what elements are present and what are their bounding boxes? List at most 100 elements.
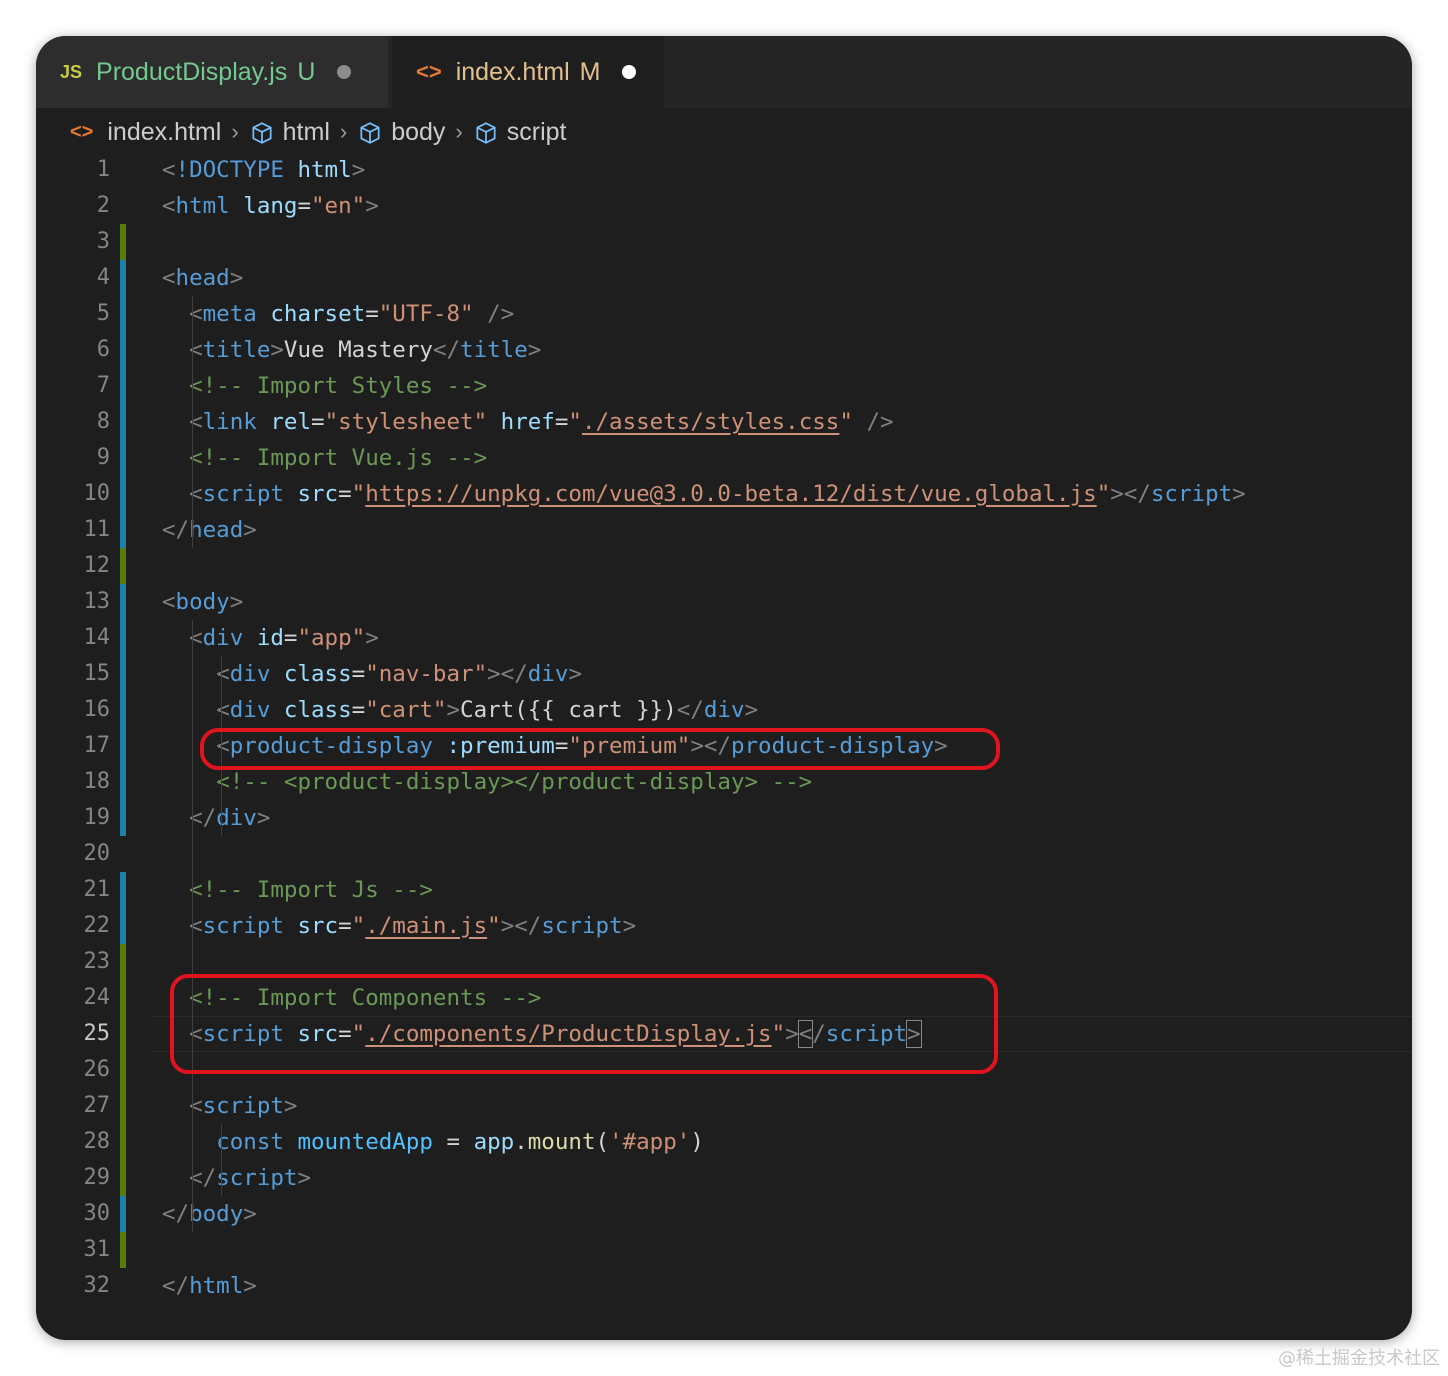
code-line[interactable]: 22 <script src="./main.js"></script> — [36, 908, 1412, 944]
code-line[interactable]: 27 <script> — [36, 1088, 1412, 1124]
cube-icon — [252, 122, 272, 144]
git-change-marker[interactable] — [120, 440, 126, 476]
code-line[interactable]: 8 <link rel="stylesheet" href="./assets/… — [36, 404, 1412, 440]
line-number: 30 — [83, 1201, 111, 1226]
code-text: </script> — [189, 1165, 312, 1191]
git-change-marker[interactable] — [120, 224, 126, 260]
breadcrumb-item-body[interactable]: body — [357, 118, 445, 147]
tab-index-html[interactable]: <> index.html M — [392, 36, 664, 108]
git-change-marker[interactable] — [120, 512, 126, 548]
git-change-marker[interactable] — [120, 368, 126, 404]
tab-productdisplay-js[interactable]: JS ProductDisplay.js U — [36, 36, 388, 108]
git-change-marker[interactable] — [120, 1160, 126, 1196]
code-line[interactable]: 1 <!DOCTYPE html> — [36, 152, 1412, 188]
html-file-icon: <> — [70, 120, 94, 143]
line-number: 4 — [96, 265, 110, 290]
indent-guide — [192, 296, 193, 548]
code-text: <div class="cart">Cart({{ cart }})</div> — [216, 697, 759, 723]
unsaved-dot-icon[interactable] — [622, 65, 637, 79]
tab-label: ProductDisplay.js — [96, 57, 288, 86]
code-line[interactable]: 11 </head> — [36, 512, 1412, 548]
code-line[interactable]: 4 <head> — [36, 260, 1412, 296]
line-number: 15 — [83, 661, 111, 686]
code-line[interactable]: 29 </script> — [36, 1160, 1412, 1196]
code-text: <div class="nav-bar"></div> — [216, 661, 582, 687]
code-line[interactable]: 30 </body> — [36, 1196, 1412, 1232]
code-line[interactable]: 20 — [36, 836, 1412, 872]
breadcrumb: <> index.html › html › body › script — [70, 112, 566, 152]
line-number: 29 — [83, 1165, 111, 1190]
breadcrumb-file[interactable]: index.html — [107, 118, 221, 147]
code-text: <body> — [162, 589, 244, 615]
code-text: <link rel="stylesheet" href="./assets/st… — [189, 409, 894, 435]
line-number: 3 — [96, 229, 110, 254]
js-file-icon: JS — [60, 61, 83, 82]
code-line[interactable]: 3 — [36, 224, 1412, 260]
breadcrumb-item-script[interactable]: script — [473, 118, 566, 147]
git-change-marker[interactable] — [120, 728, 126, 764]
git-change-marker[interactable] — [120, 980, 126, 1016]
line-number: 2 — [96, 193, 110, 218]
line-number: 19 — [83, 805, 111, 830]
git-change-marker[interactable] — [120, 404, 126, 440]
git-change-marker[interactable] — [120, 260, 126, 296]
git-change-marker[interactable] — [120, 1088, 126, 1124]
code-line[interactable]: 16 <div class="cart">Cart({{ cart }})</d… — [36, 692, 1412, 728]
git-change-marker[interactable] — [120, 1196, 126, 1232]
code-line[interactable]: 7 <!-- Import Styles --> — [36, 368, 1412, 404]
breadcrumb-item-html[interactable]: html — [249, 118, 330, 147]
git-change-marker[interactable] — [120, 656, 126, 692]
code-text: </html> — [162, 1273, 257, 1299]
git-change-marker[interactable] — [120, 908, 126, 944]
git-change-marker[interactable] — [120, 332, 126, 368]
line-number: 23 — [83, 949, 111, 974]
cube-icon — [476, 122, 496, 144]
git-change-marker[interactable] — [120, 620, 126, 656]
code-line[interactable]: 15 <div class="nav-bar"></div> — [36, 656, 1412, 692]
code-line[interactable]: 9 <!-- Import Vue.js --> — [36, 440, 1412, 476]
cube-icon — [360, 122, 380, 144]
code-text: <!DOCTYPE html> — [162, 157, 366, 183]
git-change-marker[interactable] — [120, 1052, 126, 1088]
code-line[interactable]: 6 <title>Vue Mastery</title> — [36, 332, 1412, 368]
watermark: @稀土掘金技术社区 — [1278, 1348, 1440, 1369]
line-number: 18 — [83, 769, 111, 794]
code-line[interactable]: 5 <meta charset="UTF-8" /> — [36, 296, 1412, 332]
code-line[interactable]: 14 <div id="app"> — [36, 620, 1412, 656]
line-number: 31 — [83, 1237, 111, 1262]
line-number: 13 — [83, 589, 111, 614]
code-line[interactable]: 32 </html> — [36, 1268, 1412, 1304]
code-line[interactable]: 12 — [36, 548, 1412, 584]
git-change-marker[interactable] — [120, 1016, 126, 1052]
git-change-marker[interactable] — [120, 764, 126, 800]
line-number: 20 — [83, 841, 111, 866]
code-line[interactable]: 10 <script src="https://unpkg.com/vue@3.… — [36, 476, 1412, 512]
code-line[interactable]: 21 <!-- Import Js --> — [36, 872, 1412, 908]
git-change-marker[interactable] — [120, 872, 126, 908]
line-number: 10 — [83, 481, 111, 506]
git-change-marker[interactable] — [120, 476, 126, 512]
editor-window: JS ProductDisplay.js U <> index.html M <… — [36, 36, 1412, 1340]
code-line[interactable]: 31 — [36, 1232, 1412, 1268]
line-number: 7 — [96, 373, 110, 398]
git-change-marker[interactable] — [120, 1124, 126, 1160]
chevron-right-icon: › — [455, 119, 463, 144]
code-line[interactable]: 19 </div> — [36, 800, 1412, 836]
git-change-marker[interactable] — [120, 692, 126, 728]
code-line[interactable]: 2 <html lang="en"> — [36, 188, 1412, 224]
git-change-marker[interactable] — [120, 800, 126, 836]
git-change-marker[interactable] — [120, 548, 126, 584]
line-number: 16 — [83, 697, 111, 722]
line-number: 26 — [83, 1057, 111, 1082]
code-line[interactable]: 13 <body> — [36, 584, 1412, 620]
unsaved-dot-icon[interactable] — [337, 65, 352, 79]
code-text: </head> — [162, 517, 257, 543]
git-change-marker[interactable] — [120, 584, 126, 620]
git-change-marker[interactable] — [120, 1232, 126, 1268]
git-change-marker[interactable] — [120, 944, 126, 980]
code-line[interactable]: 28 const mountedApp = app.mount('#app') — [36, 1124, 1412, 1160]
code-text: <meta charset="UTF-8" /> — [189, 301, 515, 327]
line-number: 25 — [83, 1021, 111, 1046]
chevron-right-icon: › — [231, 119, 239, 144]
git-change-marker[interactable] — [120, 296, 126, 332]
